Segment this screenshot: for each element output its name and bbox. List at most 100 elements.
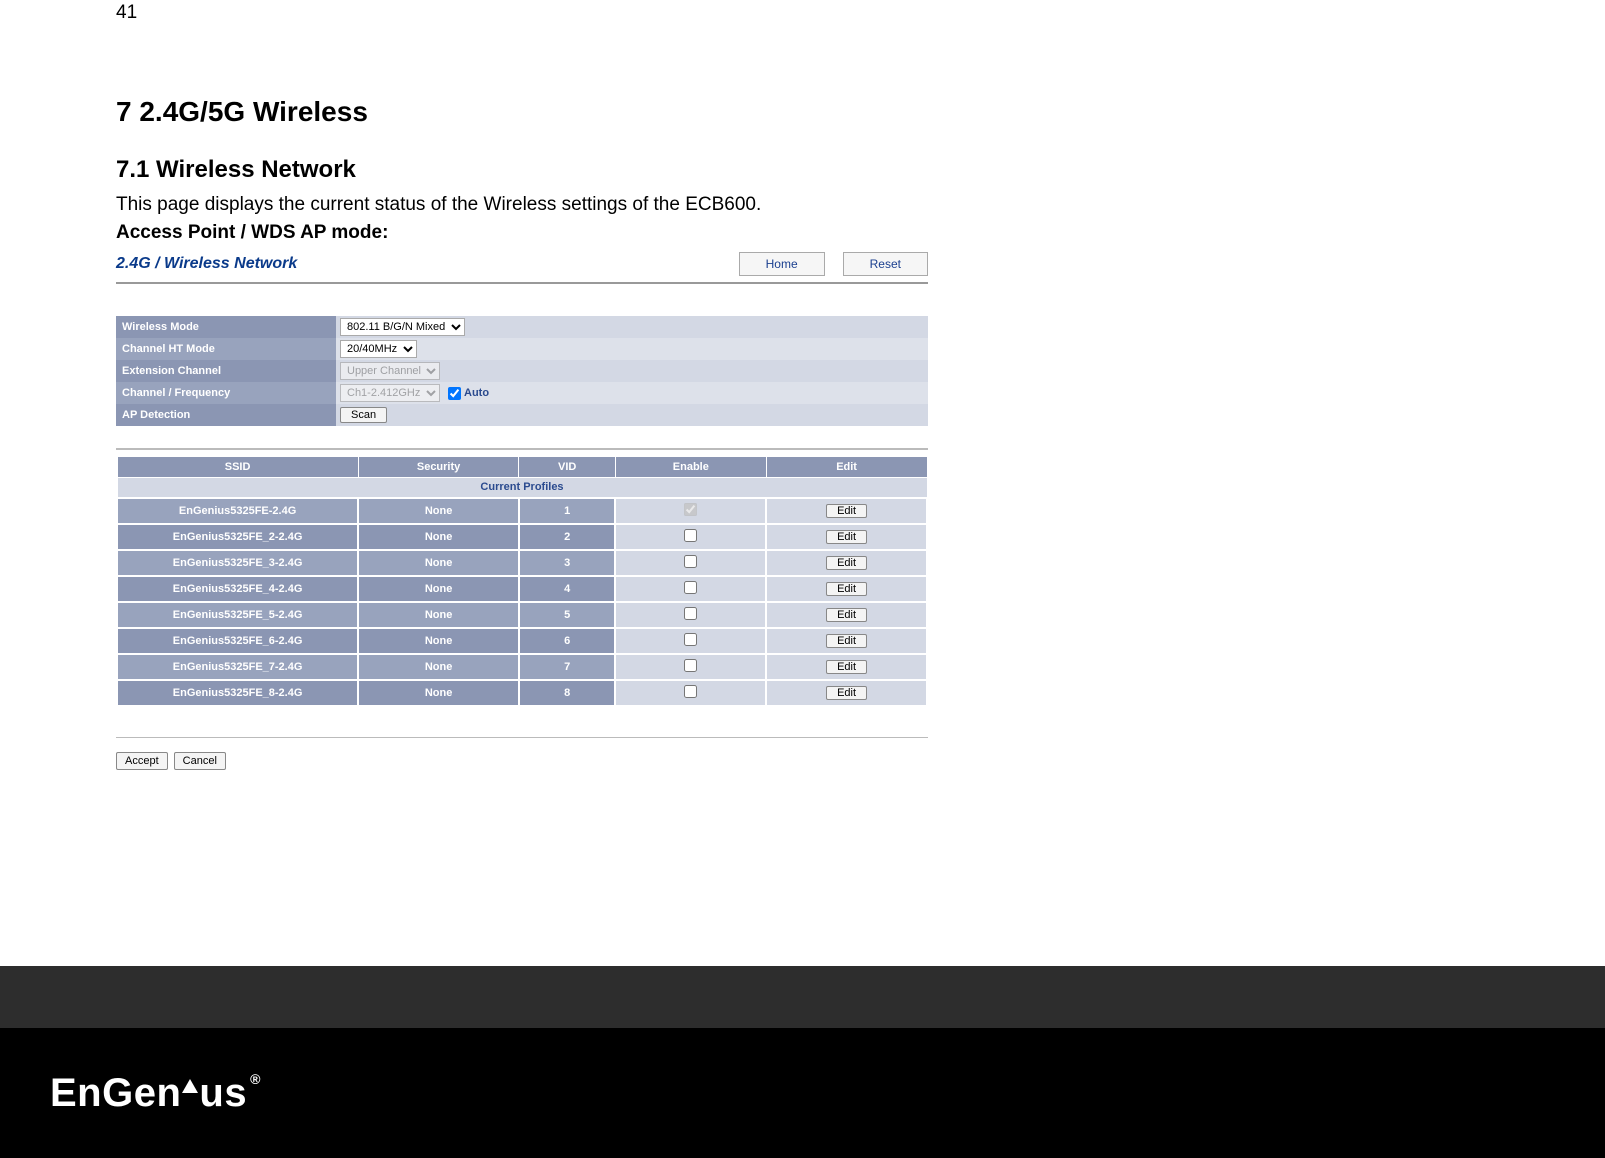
table-row: EnGenius5325FE_4-2.4GNone4 Edit (117, 576, 927, 602)
enable-cell (615, 550, 766, 576)
ssid-cell: EnGenius5325FE_5-2.4G (117, 602, 358, 628)
table-row: EnGenius5325FE-2.4GNone1 Edit (117, 498, 927, 524)
edit-button[interactable]: Edit (826, 582, 867, 596)
col-edit: Edit (766, 457, 927, 478)
edit-cell: Edit (766, 602, 927, 628)
col-ssid: SSID (117, 457, 358, 478)
vid-cell: 6 (519, 628, 615, 654)
vid-cell: 8 (519, 680, 615, 706)
enable-cell (615, 680, 766, 706)
table-row: EnGenius5325FE_3-2.4GNone3 Edit (117, 550, 927, 576)
security-cell: None (358, 680, 519, 706)
enable-cell (615, 654, 766, 680)
enable-checkbox (684, 503, 697, 516)
edit-button[interactable]: Edit (826, 660, 867, 674)
wireless-mode-select[interactable]: 802.11 B/G/N Mixed (340, 318, 465, 336)
page-number: 41 (116, 2, 137, 24)
enable-cell (615, 602, 766, 628)
enable-checkbox[interactable] (684, 529, 697, 542)
security-cell: None (358, 576, 519, 602)
enable-checkbox[interactable] (684, 555, 697, 568)
edit-cell: Edit (766, 654, 927, 680)
edit-button[interactable]: Edit (826, 634, 867, 648)
scan-button[interactable]: Scan (340, 407, 387, 423)
channel-ht-select[interactable]: 20/40MHz (340, 340, 417, 358)
edit-cell: Edit (766, 576, 927, 602)
auto-label: Auto (464, 387, 489, 399)
extension-channel-select: Upper Channel (340, 362, 440, 380)
home-button[interactable]: Home (739, 252, 825, 276)
ssid-cell: EnGenius5325FE_3-2.4G (117, 550, 358, 576)
mode-subhead: Access Point / WDS AP mode: (116, 222, 1496, 244)
table-row: EnGenius5325FE_8-2.4GNone8 Edit (117, 680, 927, 706)
enable-checkbox[interactable] (684, 685, 697, 698)
vid-cell: 4 (519, 576, 615, 602)
enable-cell (615, 524, 766, 550)
edit-cell: Edit (766, 628, 927, 654)
divider (116, 448, 928, 450)
engenius-logo: EnGenus® (50, 1071, 261, 1116)
table-row: EnGenius5325FE_6-2.4GNone6 Edit (117, 628, 927, 654)
intro-text: This page displays the current status of… (116, 194, 1496, 216)
edit-cell: Edit (766, 680, 927, 706)
ssid-cell: EnGenius5325FE_2-2.4G (117, 524, 358, 550)
edit-cell: Edit (766, 524, 927, 550)
col-enable: Enable (615, 457, 766, 478)
table-row: EnGenius5325FE_5-2.4GNone5 Edit (117, 602, 927, 628)
security-cell: None (358, 602, 519, 628)
channel-frequency-label: Channel / Frequency (116, 382, 336, 404)
edit-button[interactable]: Edit (826, 556, 867, 570)
enable-cell (615, 628, 766, 654)
footer-band-lower: EnGenus® (0, 1028, 1605, 1158)
ap-detection-label: AP Detection (116, 404, 336, 426)
table-row: EnGenius5325FE_2-2.4GNone2Edit (117, 524, 927, 550)
section-heading: 7.1 Wireless Network (116, 156, 1496, 184)
security-cell: None (358, 654, 519, 680)
cancel-button[interactable]: Cancel (174, 752, 226, 770)
edit-button[interactable]: Edit (826, 530, 867, 544)
security-cell: None (358, 550, 519, 576)
auto-checkbox[interactable] (448, 387, 461, 400)
vid-cell: 3 (519, 550, 615, 576)
ssid-cell: EnGenius5325FE_4-2.4G (117, 576, 358, 602)
vid-cell: 7 (519, 654, 615, 680)
edit-cell: Edit (766, 550, 927, 576)
edit-button[interactable]: Edit (826, 686, 867, 700)
channel-frequency-select: Ch1-2.412GHz (340, 384, 440, 402)
profiles-table: Current Profiles SSID Security VID Enabl… (116, 456, 928, 707)
edit-cell: Edit (766, 498, 927, 524)
security-cell: None (358, 498, 519, 524)
chapter-heading: 7 2.4G/5G Wireless (116, 96, 1496, 128)
edit-button[interactable]: Edit (826, 608, 867, 622)
footer-band-upper (0, 966, 1605, 1028)
enable-checkbox[interactable] (684, 607, 697, 620)
reset-button[interactable]: Reset (843, 252, 928, 276)
enable-cell (615, 498, 766, 524)
accept-button[interactable]: Accept (116, 752, 168, 770)
vid-cell: 1 (519, 498, 615, 524)
enable-checkbox[interactable] (684, 633, 697, 646)
logo-part1: EnGen (50, 1071, 181, 1116)
wireless-mode-label: Wireless Mode (116, 316, 336, 338)
profiles-title: Current Profiles (117, 478, 927, 498)
extension-channel-label: Extension Channel (116, 360, 336, 382)
edit-button[interactable]: Edit (826, 504, 867, 518)
col-vid: VID (519, 457, 615, 478)
ssid-cell: EnGenius5325FE_6-2.4G (117, 628, 358, 654)
security-cell: None (358, 628, 519, 654)
logo-part2: us (199, 1071, 247, 1116)
col-security: Security (358, 457, 519, 478)
settings-grid: Wireless Mode 802.11 B/G/N Mixed Channel… (116, 316, 928, 426)
logo-caret-icon (182, 1079, 198, 1093)
vid-cell: 5 (519, 602, 615, 628)
security-cell: None (358, 524, 519, 550)
panel-title: 2.4G / Wireless Network (116, 255, 297, 273)
wireless-panel: 2.4G / Wireless Network Home Reset Wirel… (116, 252, 928, 770)
table-row: EnGenius5325FE_7-2.4GNone7 Edit (117, 654, 927, 680)
enable-checkbox[interactable] (684, 659, 697, 672)
ssid-cell: EnGenius5325FE_7-2.4G (117, 654, 358, 680)
enable-checkbox[interactable] (684, 581, 697, 594)
logo-registered: ® (250, 1071, 261, 1087)
ssid-cell: EnGenius5325FE-2.4G (117, 498, 358, 524)
ssid-cell: EnGenius5325FE_8-2.4G (117, 680, 358, 706)
